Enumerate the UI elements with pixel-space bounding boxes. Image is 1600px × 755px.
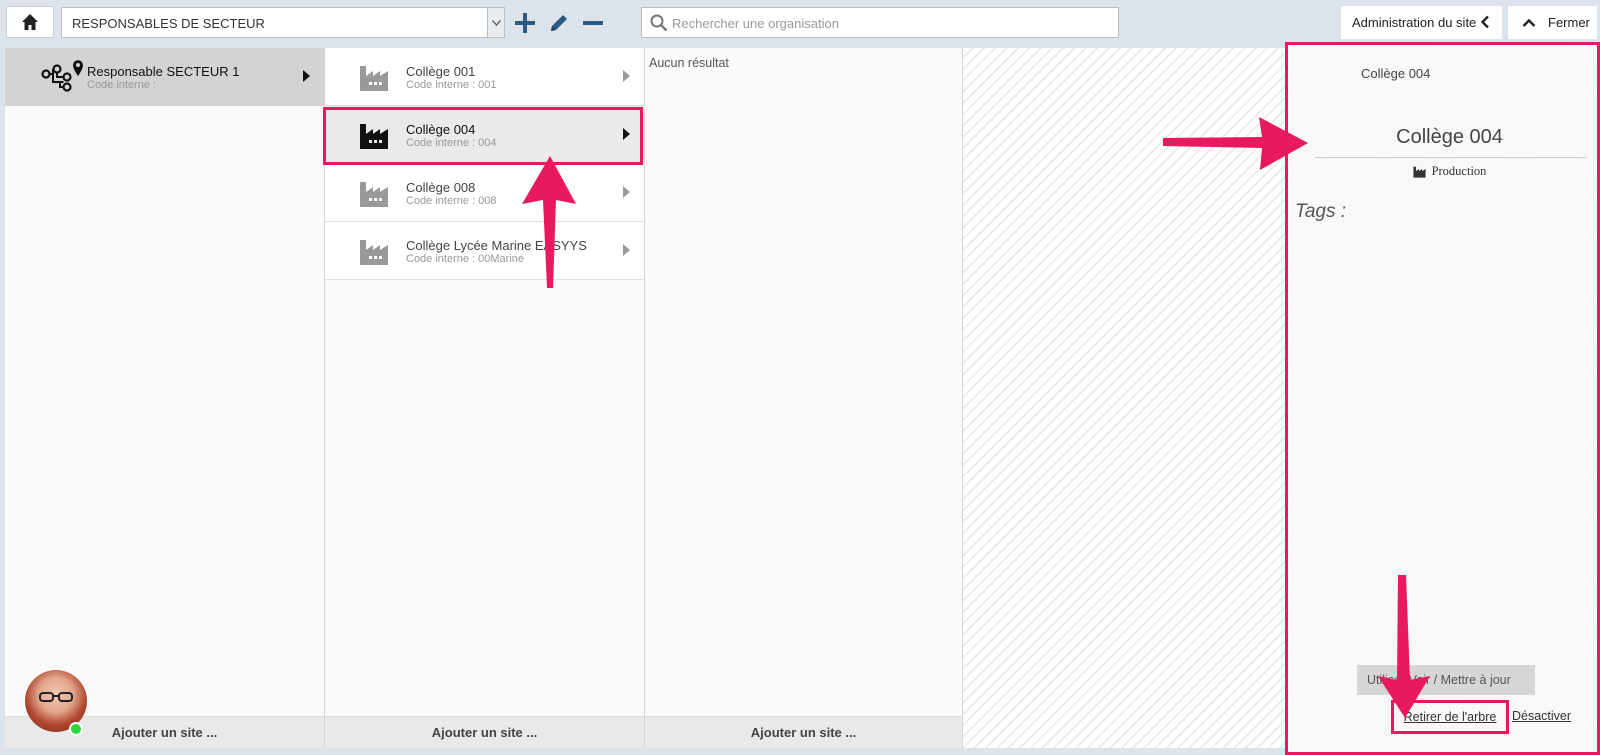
tree-select[interactable]: RESPONSABLES DE SECTEUR xyxy=(61,7,505,38)
close-button[interactable]: Fermer xyxy=(1508,6,1597,39)
list-item[interactable]: Collège 008 Code interne : 008 xyxy=(325,164,644,222)
detail-header: Collège 004 xyxy=(1361,66,1431,81)
site-admin-label: Administration du site xyxy=(1352,15,1477,30)
caret-right-icon xyxy=(303,70,310,82)
detail-title: Collège 004 xyxy=(1396,126,1503,148)
tags-label: Tags : xyxy=(1295,201,1347,222)
plus-icon xyxy=(515,13,535,33)
detail-type-label: Production xyxy=(1431,164,1487,178)
site-admin-button[interactable]: Administration du site xyxy=(1341,6,1502,39)
list-item-subtitle: Code interne : 008 xyxy=(406,195,497,207)
factory-icon xyxy=(360,66,388,91)
caret-right-icon xyxy=(623,70,630,82)
detail-type: Production xyxy=(1288,164,1597,179)
child-column: Aucun résultat Ajouter un site ... xyxy=(645,48,963,748)
view-update-button[interactable]: Utiliser Voir / Mettre à jour xyxy=(1357,665,1535,695)
factory-icon xyxy=(1412,166,1426,178)
deactivate-link[interactable]: Désactiver xyxy=(1512,709,1571,723)
minus-icon xyxy=(583,21,603,25)
home-icon xyxy=(22,14,38,30)
sector-item-title: Responsable SECTEUR 1 xyxy=(87,64,240,79)
search-icon xyxy=(650,14,668,32)
remove-button[interactable] xyxy=(579,9,607,37)
online-status-dot xyxy=(69,722,83,736)
pencil-icon xyxy=(551,15,567,31)
sector-column: Responsable SECTEUR 1 Code interne : Ajo… xyxy=(5,48,325,748)
close-label: Fermer xyxy=(1548,15,1590,30)
home-button[interactable] xyxy=(6,6,54,38)
add-site-button[interactable]: Ajouter un site ... xyxy=(645,716,962,748)
hierarchy-icon xyxy=(41,64,72,92)
add-button[interactable] xyxy=(511,9,539,37)
remove-from-tree-link[interactable]: Retirer de l'arbre xyxy=(1391,700,1509,734)
caret-right-icon xyxy=(623,186,630,198)
add-site-button[interactable]: Ajouter un site ... xyxy=(325,716,644,748)
list-item[interactable]: Collège 001 Code interne : 001 xyxy=(325,48,644,106)
list-item-title: Collège Lycée Marine EASYYS xyxy=(406,238,587,253)
list-item-title: Collège 008 xyxy=(406,180,476,195)
selected-item-highlight xyxy=(323,107,643,165)
chevron-left-icon xyxy=(1480,15,1489,29)
edit-button[interactable] xyxy=(545,9,573,37)
factory-icon xyxy=(360,182,388,207)
list-item-title: Collège 001 xyxy=(406,64,476,79)
empty-column xyxy=(963,48,1285,748)
list-item-subtitle: Code interne : 001 xyxy=(406,79,497,91)
detail-panel: Collège 004 Collège 004 Production Tags … xyxy=(1285,42,1600,755)
sector-item[interactable]: Responsable SECTEUR 1 Code interne : xyxy=(5,48,324,106)
glasses-icon xyxy=(39,692,73,702)
tree-select-value: RESPONSABLES DE SECTEUR xyxy=(72,16,265,31)
sector-item-subtitle: Code interne : xyxy=(87,79,157,91)
map-pin-icon xyxy=(73,60,83,76)
search-input[interactable] xyxy=(672,12,1112,34)
chevron-down-icon[interactable] xyxy=(487,8,504,37)
search-box xyxy=(641,7,1119,38)
divider xyxy=(1315,157,1587,158)
top-toolbar: RESPONSABLES DE SECTEUR Administration d… xyxy=(0,0,1600,44)
no-result-text: Aucun résultat xyxy=(649,56,729,70)
list-item-subtitle: Code interne : 00Marine xyxy=(406,253,525,265)
caret-right-icon xyxy=(623,244,630,256)
factory-icon xyxy=(360,240,388,265)
chevron-up-icon xyxy=(1522,18,1536,27)
list-item[interactable]: Collège Lycée Marine EASYYS Code interne… xyxy=(325,222,644,280)
